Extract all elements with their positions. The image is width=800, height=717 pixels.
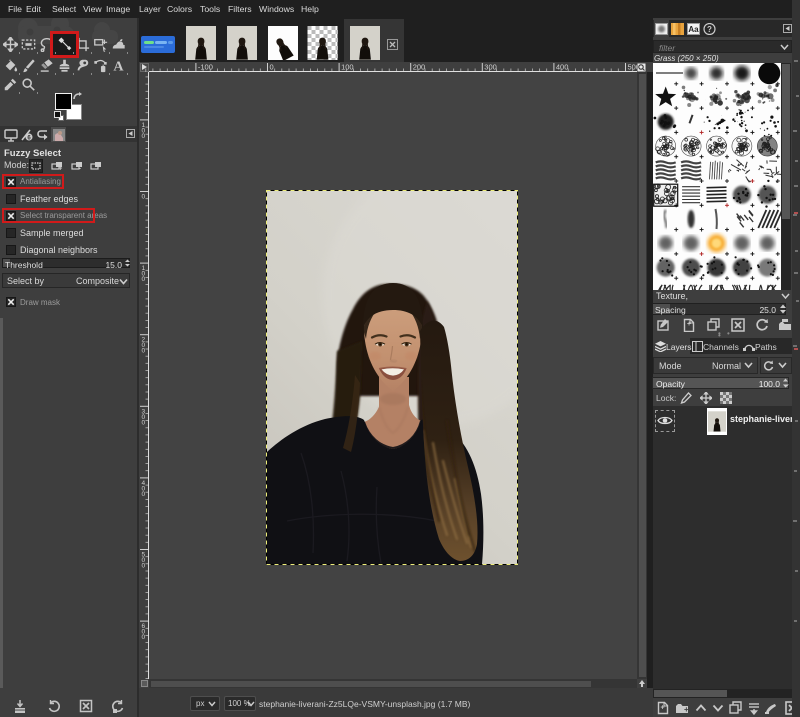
svg-text:300: 300 [484,63,497,72]
svg-text:0: 0 [142,634,146,641]
svg-text:+: + [661,705,665,712]
svg-text:0: 0 [142,348,146,355]
svg-text:0: 0 [142,563,146,570]
svg-text:0: 0 [142,419,146,426]
svg-text:?: ? [707,25,712,34]
svg-text:Aa: Aa [688,25,699,34]
svg-text:0: 0 [270,63,274,72]
svg-text:+: + [58,166,62,173]
svg-text:0: 0 [142,276,146,283]
svg-text:+: + [687,321,691,328]
svg-text:A: A [113,58,124,73]
svg-text:+: + [684,705,689,714]
svg-text:0: 0 [142,133,146,140]
svg-text:400: 400 [556,63,569,72]
svg-text:500: 500 [628,63,638,72]
svg-text:100: 100 [341,63,354,72]
svg-text:-: - [78,164,81,173]
svg-text:0: 0 [142,194,146,201]
svg-text:200: 200 [413,63,426,72]
svg-text:0: 0 [142,491,146,498]
svg-text:-100: -100 [198,63,213,72]
